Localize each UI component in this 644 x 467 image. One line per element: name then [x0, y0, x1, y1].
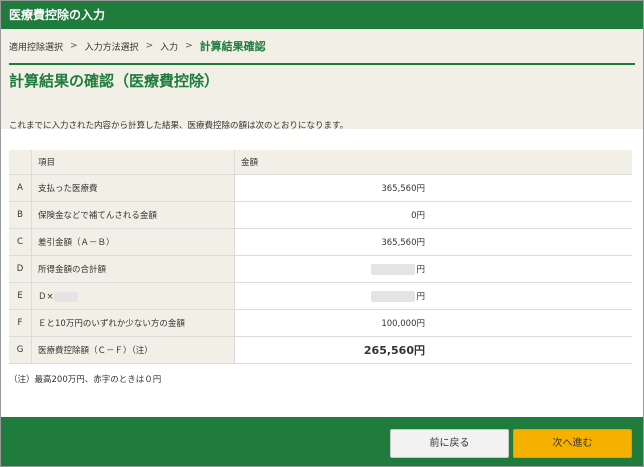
footer-bar: 前に戻る 次へ進む — [1, 417, 643, 466]
table-row: F Ｅと10万円のいずれか少ない方の金額 100,000円 — [9, 309, 632, 337]
header-panel: 適用控除選択 > 入力方法選択 > 入力 > 計算結果確認 計算結果の確認（医療… — [1, 29, 643, 129]
breadcrumb-step-1: 適用控除選択 — [9, 42, 64, 53]
row-amount: 0円 — [234, 201, 429, 229]
breadcrumb-separator-icon: > — [70, 41, 78, 51]
redacted-value — [53, 291, 78, 302]
row-amount: 365,560円 — [234, 174, 429, 202]
breadcrumb-current-step: 計算結果確認 — [199, 40, 266, 53]
row-amount-redacted: 円 — [234, 255, 429, 283]
row-key: A — [9, 174, 32, 202]
table-row: A 支払った医療費 365,560円 — [9, 174, 632, 202]
total-deduction-amount: 265,560円 — [234, 336, 429, 364]
heading-divider — [9, 63, 635, 65]
row-key: D — [9, 255, 32, 283]
row-item: 医療費控除額（Ｃ－Ｆ）（注） — [31, 336, 235, 364]
next-button[interactable]: 次へ進む — [513, 429, 632, 458]
row-amount: 100,000円 — [234, 309, 429, 337]
row-amount: 365,560円 — [234, 228, 429, 256]
page-title: 計算結果の確認（医療費控除） — [9, 72, 220, 90]
row-key: F — [9, 309, 32, 337]
page-description: これまでに入力された内容から計算した結果、医療費控除の額は次のとおりになります。 — [9, 121, 349, 131]
row-item: 所得金額の合計額 — [31, 255, 235, 283]
row-item: 支払った医療費 — [31, 174, 235, 202]
app-window: 医療費控除の入力 適用控除選択 > 入力方法選択 > 入力 > 計算結果確認 計… — [0, 0, 644, 467]
row-item: 保険金などで補てんされる金額 — [31, 201, 235, 229]
row-key: E — [9, 282, 32, 310]
table-row: B 保険金などで補てんされる金額 0円 — [9, 201, 632, 229]
table-row: G 医療費控除額（Ｃ－Ｆ）（注） 265,560円 — [9, 336, 632, 364]
row-key: B — [9, 201, 32, 229]
header-amount: 金額 — [234, 150, 632, 175]
redacted-value — [371, 291, 416, 302]
row-item: Ｅと10万円のいずれか少ない方の金額 — [31, 309, 235, 337]
row-item: 差引金額（Ａ－Ｂ） — [31, 228, 235, 256]
row-key: C — [9, 228, 32, 256]
footnote: （注）最高200万円、赤字のときは０円 — [9, 375, 162, 385]
row-amount-redacted: 円 — [234, 282, 429, 310]
header-key — [9, 150, 32, 175]
breadcrumb-step-3: 入力 — [160, 42, 179, 53]
breadcrumb: 適用控除選択 > 入力方法選択 > 入力 > 計算結果確認 — [1, 29, 643, 63]
app-title: 医療費控除の入力 — [9, 8, 106, 22]
app-title-bar: 医療費控除の入力 — [1, 1, 643, 29]
row-key: G — [9, 336, 32, 364]
table-row: C 差引金額（Ａ－Ｂ） 365,560円 — [9, 228, 632, 256]
breadcrumb-separator-icon: > — [145, 41, 154, 51]
header-item: 項目 — [31, 150, 235, 175]
table-header-row: 項目 金額 — [9, 150, 632, 175]
row-item-redacted: Ｄ× — [31, 282, 235, 310]
redacted-value — [371, 264, 416, 275]
table-row: D 所得金額の合計額 円 — [9, 255, 632, 283]
table-row: E Ｄ× 円 — [9, 282, 632, 310]
back-button[interactable]: 前に戻る — [390, 429, 509, 458]
breadcrumb-separator-icon: > — [185, 41, 193, 51]
breadcrumb-step-2: 入力方法選択 — [84, 42, 139, 53]
result-table: 項目 金額 A 支払った医療費 365,560円 B 保険金などで補てんされる金… — [9, 150, 632, 364]
